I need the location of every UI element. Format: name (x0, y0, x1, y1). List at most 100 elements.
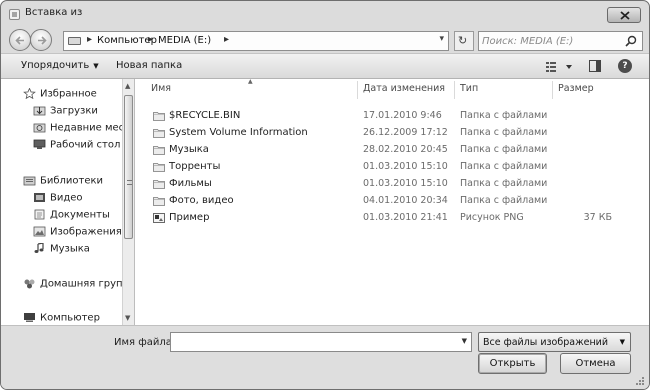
file-name-cell: Музыка (169, 144, 209, 155)
drive-icon (68, 37, 81, 45)
file-row[interactable]: Пример 01.03.2010 21:41 Рисунок PNG 37 КБ (135, 210, 649, 227)
sidebar-item-downloads[interactable]: Загрузки (33, 105, 98, 117)
back-button[interactable] (9, 29, 31, 51)
folder-icon (153, 129, 165, 138)
file-row[interactable]: $RECYCLE.BIN 17.01.2010 9:46 Папка с файла… (135, 108, 649, 125)
scrollbar-thumb[interactable] (124, 95, 133, 239)
search-input[interactable] (482, 33, 620, 49)
folder-icon (153, 197, 165, 206)
downloads-folder-icon (33, 106, 46, 116)
file-row[interactable]: Фото, видео 04.01.2010 20:34 Папка с файла… (135, 193, 649, 210)
sidebar-item-recent-places[interactable]: Недавние места (33, 122, 122, 134)
folder-icon (153, 163, 165, 172)
file-row[interactable]: Торренты 01.03.2010 15:10 Папка с файлами (135, 159, 649, 176)
navigation-pane-scrollbar[interactable]: ▲ ▼ (122, 79, 135, 325)
folder-icon (153, 112, 165, 121)
png-image-icon (153, 213, 165, 223)
sidebar-computer[interactable]: Компьютер (23, 312, 100, 324)
file-name-input[interactable] (174, 334, 454, 350)
file-type-cell: Рисунок PNG (460, 212, 524, 223)
open-file-dialog: Вставка из ▸ Компьютер ▸ MEDIA (E:) ▸ ▾ (0, 0, 650, 390)
file-name-combo[interactable]: ▼ (170, 332, 472, 352)
file-row[interactable]: System Volume Information 26.12.2009 17:1… (135, 125, 649, 142)
file-size-cell: 37 КБ (583, 212, 612, 223)
scroll-down-icon[interactable]: ▼ (125, 314, 130, 322)
sidebar-item-label: Недавние места (50, 122, 122, 134)
sidebar-homegroup-label: Домашняя группа (40, 278, 122, 290)
address-bar[interactable]: ▸ Компьютер ▸ MEDIA (E:) ▸ ▾ (63, 31, 449, 51)
file-date-cell: 17.01.2010 9:46 (363, 110, 442, 121)
sidebar-libraries[interactable]: Библиотеки (23, 175, 103, 187)
organize-button[interactable]: Упорядочить ▼ (21, 60, 99, 71)
preview-pane-button[interactable] (589, 60, 601, 72)
search-icon[interactable] (625, 35, 637, 47)
breadcrumb-separator-icon[interactable]: ▸ (224, 34, 229, 45)
organize-label: Упорядочить (21, 60, 90, 71)
column-header-type[interactable]: Тип (460, 83, 478, 94)
file-name-label: Имя файла: (114, 337, 176, 348)
navigation-pane[interactable]: Избранное Загрузки Недавние места Рабочи… (1, 79, 122, 325)
command-bar: Упорядочить ▼ Новая папка ? (1, 53, 649, 79)
window-icon (9, 9, 20, 20)
close-button[interactable] (607, 7, 641, 23)
sidebar-computer-label: Компьютер (40, 312, 100, 324)
breadcrumb-media-drive[interactable]: MEDIA (E:) (158, 35, 211, 46)
homegroup-icon (24, 279, 35, 289)
sidebar-item-documents[interactable]: Документы (33, 209, 110, 221)
chevron-down-icon[interactable]: ▼ (462, 337, 467, 345)
file-type-filter-select[interactable]: Все файлы изображений ▼ (478, 332, 631, 352)
open-button[interactable]: Открыть (478, 353, 547, 374)
sidebar-item-video[interactable]: Видео (33, 192, 83, 204)
sidebar-item-label: Рабочий стол (50, 139, 121, 151)
breadcrumb-separator-icon[interactable]: ▸ (87, 34, 92, 45)
forward-button[interactable] (30, 29, 52, 51)
file-row[interactable]: Фильмы 01.03.2010 15:10 Папка с файлами (135, 176, 649, 193)
file-list[interactable]: ▲ Имя Дата изменения Тип Размер $RECYCLE… (135, 78, 649, 325)
column-divider[interactable] (552, 81, 553, 99)
sidebar-favorites-label: Избранное (40, 88, 97, 100)
file-date-cell: 01.03.2010 21:41 (363, 212, 448, 223)
file-name-cell: Торренты (169, 161, 221, 172)
sidebar-homegroup[interactable]: Домашняя группа (23, 278, 122, 290)
scrollbar-grip (127, 180, 132, 185)
sidebar-item-label: Видео (50, 192, 83, 204)
column-divider[interactable] (454, 81, 455, 99)
file-date-cell: 26.12.2009 17:12 (363, 127, 448, 138)
column-header-name[interactable]: Имя (151, 83, 171, 94)
file-name-cell: $RECYCLE.BIN (169, 110, 241, 121)
sidebar-item-desktop[interactable]: Рабочий стол (33, 139, 120, 151)
search-box[interactable] (478, 31, 643, 51)
file-type-cell: Папка с файлами (460, 195, 548, 206)
file-row[interactable]: Музыка 28.02.2010 20:45 Папка с файлами (135, 142, 649, 159)
sidebar-item-music[interactable]: Музыка (33, 243, 90, 255)
new-folder-button[interactable]: Новая папка (116, 60, 182, 71)
file-type-cell: Папка с файлами (460, 144, 548, 155)
close-icon (620, 11, 630, 20)
column-header-size[interactable]: Размер (558, 83, 594, 94)
cancel-button[interactable]: Отмена (560, 353, 631, 374)
main-content: Избранное Загрузки Недавние места Рабочи… (1, 78, 649, 325)
file-type-cell: Папка с файлами (460, 178, 548, 189)
resize-grip-icon[interactable] (635, 376, 645, 386)
column-divider[interactable] (357, 81, 358, 99)
desktop-icon (33, 139, 46, 149)
view-options-icon (546, 62, 572, 72)
file-date-cell: 01.03.2010 15:10 (363, 161, 448, 172)
file-type-cell: Папка с файлами (460, 161, 548, 172)
file-name-cell: System Volume Information (169, 127, 308, 138)
file-date-cell: 28.02.2010 20:45 (363, 144, 448, 155)
help-button[interactable]: ? (618, 59, 632, 73)
file-type-cell: Папка с файлами (460, 110, 548, 121)
change-view-button[interactable] (545, 59, 575, 73)
sidebar-item-pictures[interactable]: Изображения (33, 226, 122, 238)
column-header-date[interactable]: Дата изменения (363, 83, 445, 94)
refresh-button[interactable]: ↻ (454, 31, 474, 51)
sidebar-favorites[interactable]: Избранное (23, 88, 97, 100)
scroll-up-icon[interactable]: ▲ (125, 82, 130, 90)
window-title: Вставка из (25, 7, 83, 18)
chevron-down-icon: ▼ (93, 62, 99, 70)
file-name-cell: Фильмы (169, 178, 212, 189)
address-history-dropdown-icon[interactable]: ▾ (439, 34, 444, 44)
breadcrumb-separator-icon[interactable]: ▸ (148, 34, 153, 45)
folder-icon (153, 146, 165, 155)
